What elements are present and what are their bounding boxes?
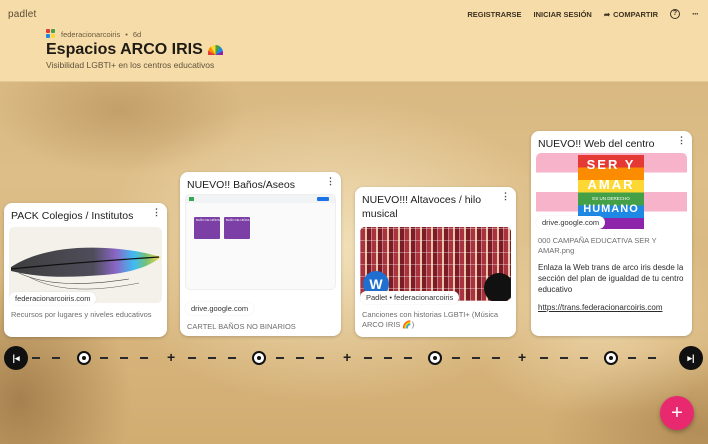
doc-sign-1-label: BAÑO DE NIÑOS (196, 218, 220, 222)
doc-open-button (317, 197, 329, 201)
card-menu-icon[interactable]: ⋮ (152, 208, 161, 217)
timeline-dash (32, 357, 40, 359)
card-menu-icon[interactable]: ⋮ (501, 192, 510, 201)
timeline-dash (52, 357, 60, 359)
timeline-dash (628, 357, 636, 359)
page-title-text: Espacios ARCO IRIS (46, 41, 203, 58)
timeline-dash (120, 357, 128, 359)
card-title: NUEVO!!! Altavoces / hilo musical (362, 194, 482, 220)
post-card-pack-colegios[interactable]: PACK Colegios / Institutos ⋮ federaciona… (4, 203, 167, 337)
poster-line-4: HUMANO (583, 203, 639, 215)
timeline-node-4[interactable] (604, 351, 618, 365)
timeline-dash (648, 357, 656, 359)
timeline-dash (560, 357, 568, 359)
author-name[interactable]: federacionarcoiris (61, 30, 120, 39)
timeline-dash (580, 357, 588, 359)
timeline-node-3[interactable] (428, 351, 442, 365)
post-card-altavoces[interactable]: NUEVO!!! Altavoces / hilo musical ⋮ W Pa… (355, 187, 516, 337)
timeline-prev-button[interactable]: |◂ (4, 346, 28, 370)
card-caption: Recursos por lugares y niveles educativo… (11, 310, 152, 319)
timeline-dash (276, 357, 284, 359)
timeline-dash (404, 357, 412, 359)
timeline-node-1[interactable] (77, 351, 91, 365)
timeline-dash (316, 357, 324, 359)
card-source-pill[interactable]: Padlet • federacionarcoiris (360, 291, 460, 304)
share-label: COMPARTIR (613, 9, 658, 19)
register-button[interactable]: REGISTRARSE (467, 10, 521, 19)
timeline-dash (472, 357, 480, 359)
card-source-pill[interactable]: drive.google.com (185, 302, 255, 315)
post-card-web-centro[interactable]: NUEVO!! Web del centro ⋮ SER Y AMAR ES U… (531, 131, 692, 336)
timeline-dash (364, 357, 372, 359)
timeline-dash (188, 357, 196, 359)
federacion-logo-icon (46, 29, 56, 39)
doc-sign-2: BAÑO DE NIÑAS (224, 217, 250, 239)
timeline-dash (208, 357, 216, 359)
post-card-banos-aseos[interactable]: NUEVO!! Baños/Aseos ⋮ BAÑO DE NIÑOS BAÑO… (180, 172, 341, 336)
add-post-fab-button[interactable]: + (660, 396, 694, 430)
avatar-overlay (484, 273, 511, 301)
page-subtitle: Visibilidad LGBTI+ en los centros educat… (46, 60, 215, 70)
timeline-dash (492, 357, 500, 359)
poster-line-2: AMAR (587, 177, 635, 192)
drive-icon (189, 197, 194, 201)
card-thumbnail[interactable]: BAÑO DE NIÑOS BAÑO DE NIÑAS (185, 194, 336, 290)
card-caption: CARTEL BAÑOS NO BINARIOS (187, 322, 296, 331)
post-age: 6d (132, 29, 142, 39)
timeline-dash (100, 357, 108, 359)
rainbow-icon (207, 45, 223, 55)
poster-line-3: ES UN DERECHO (592, 196, 630, 201)
padlet-logo[interactable]: padlet (8, 9, 36, 20)
card-caption: Canciones con historias LGBTI+ (Música A… (362, 310, 499, 329)
timeline-add-button[interactable]: + (343, 350, 351, 364)
card-source-pill[interactable]: federacionarcoiris.com (9, 292, 97, 305)
timeline-node-2[interactable] (252, 351, 266, 365)
share-icon: ➦ (603, 9, 611, 19)
top-actions: REGISTRARSE INICIAR SESIÓN ➦ COMPARTIR ?… (467, 9, 699, 19)
doc-sign-1: BAÑO DE NIÑOS (194, 217, 220, 239)
timeline-dash (384, 357, 392, 359)
author-row: federacionarcoiris • 6d (46, 29, 141, 39)
timeline-add-button[interactable]: + (167, 350, 175, 364)
timeline-add-button[interactable]: + (518, 350, 526, 364)
help-icon[interactable]: ? (670, 9, 680, 19)
share-button[interactable]: ➦ COMPARTIR (604, 10, 658, 19)
doc-sign-2-label: BAÑO DE NIÑAS (226, 218, 250, 222)
card-body: Enlaza la Web trans de arco iris desde l… (538, 263, 684, 294)
timeline-dash (540, 357, 548, 359)
more-menu-icon[interactable]: ··· (692, 9, 699, 19)
card-title: NUEVO!! Web del centro (538, 138, 655, 150)
padlet-header: padlet REGISTRARSE INICIAR SESIÓN ➦ COMP… (0, 0, 708, 82)
timeline-dash (140, 357, 148, 359)
card-title: NUEVO!! Baños/Aseos (187, 179, 295, 191)
card-caption: 000 CAMPAÑA EDUCATIVA SER Y AMAR.png (538, 236, 657, 255)
timeline-dash (228, 357, 236, 359)
timeline-dash (296, 357, 304, 359)
separator-dot: • (125, 29, 128, 39)
timeline-dash (452, 357, 460, 359)
card-source-pill[interactable]: drive.google.com (536, 216, 606, 229)
doc-toolbar (186, 195, 335, 203)
card-link[interactable]: https://trans.federacionarcoiris.com (538, 302, 690, 313)
page-title: Espacios ARCO IRIS (46, 41, 223, 59)
card-menu-icon[interactable]: ⋮ (326, 177, 335, 186)
card-menu-icon[interactable]: ⋮ (677, 136, 686, 145)
login-button[interactable]: INICIAR SESIÓN (534, 10, 592, 19)
card-thumbnail[interactable]: W (360, 227, 511, 301)
poster-line-1: SER Y (586, 157, 636, 172)
card-title: PACK Colegios / Institutos (11, 210, 134, 222)
timeline-next-button[interactable]: ▸| (679, 346, 703, 370)
